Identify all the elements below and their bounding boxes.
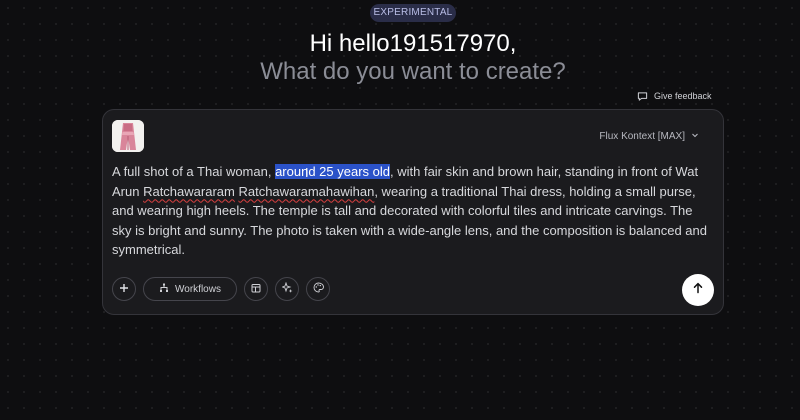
add-button[interactable] xyxy=(112,277,136,301)
give-feedback-button[interactable]: Give feedback xyxy=(637,88,712,104)
reference-image-thumbnail[interactable] xyxy=(112,120,144,152)
palette-icon xyxy=(313,282,324,296)
selected-text: around 25 years old xyxy=(275,164,390,179)
send-button[interactable] xyxy=(682,274,714,306)
experimental-badge: EXPERIMENTAL xyxy=(370,4,456,22)
magic-tool-button[interactable] xyxy=(275,277,299,301)
calendar-layout-icon xyxy=(251,283,261,296)
misspelled-word: Ratchawararam xyxy=(143,183,235,199)
plus-icon xyxy=(119,283,129,296)
composer-toolbar: Workflows xyxy=(112,277,330,301)
model-label: Flux Kontext [MAX] xyxy=(599,131,685,142)
misspelled-word: Ratchawaramahawihan xyxy=(238,183,375,199)
sparkle-magic-icon xyxy=(280,281,293,296)
chat-bubble-icon xyxy=(637,91,648,102)
layout-tool-button[interactable] xyxy=(244,277,268,301)
style-tool-button[interactable] xyxy=(306,277,330,301)
prompt-text-1: A full shot of a Thai woman, xyxy=(112,164,276,179)
prompt-composer: Flux Kontext [MAX] A full shot of a Thai… xyxy=(102,109,724,315)
workflows-label: Workflows xyxy=(175,283,221,295)
workflow-tree-icon xyxy=(159,283,169,296)
chevron-down-icon xyxy=(691,131,699,142)
model-selector[interactable]: Flux Kontext [MAX] xyxy=(599,131,699,142)
greeting-title: Hi hello191517970, xyxy=(309,30,517,57)
give-feedback-label: Give feedback xyxy=(654,91,712,101)
prompt-textarea[interactable]: A full shot of a Thai woman, around 25 y… xyxy=(112,162,708,260)
create-question-subtitle: What do you want to create? xyxy=(260,58,566,85)
workflows-button[interactable]: Workflows xyxy=(143,277,237,301)
arrow-up-icon xyxy=(692,281,704,299)
